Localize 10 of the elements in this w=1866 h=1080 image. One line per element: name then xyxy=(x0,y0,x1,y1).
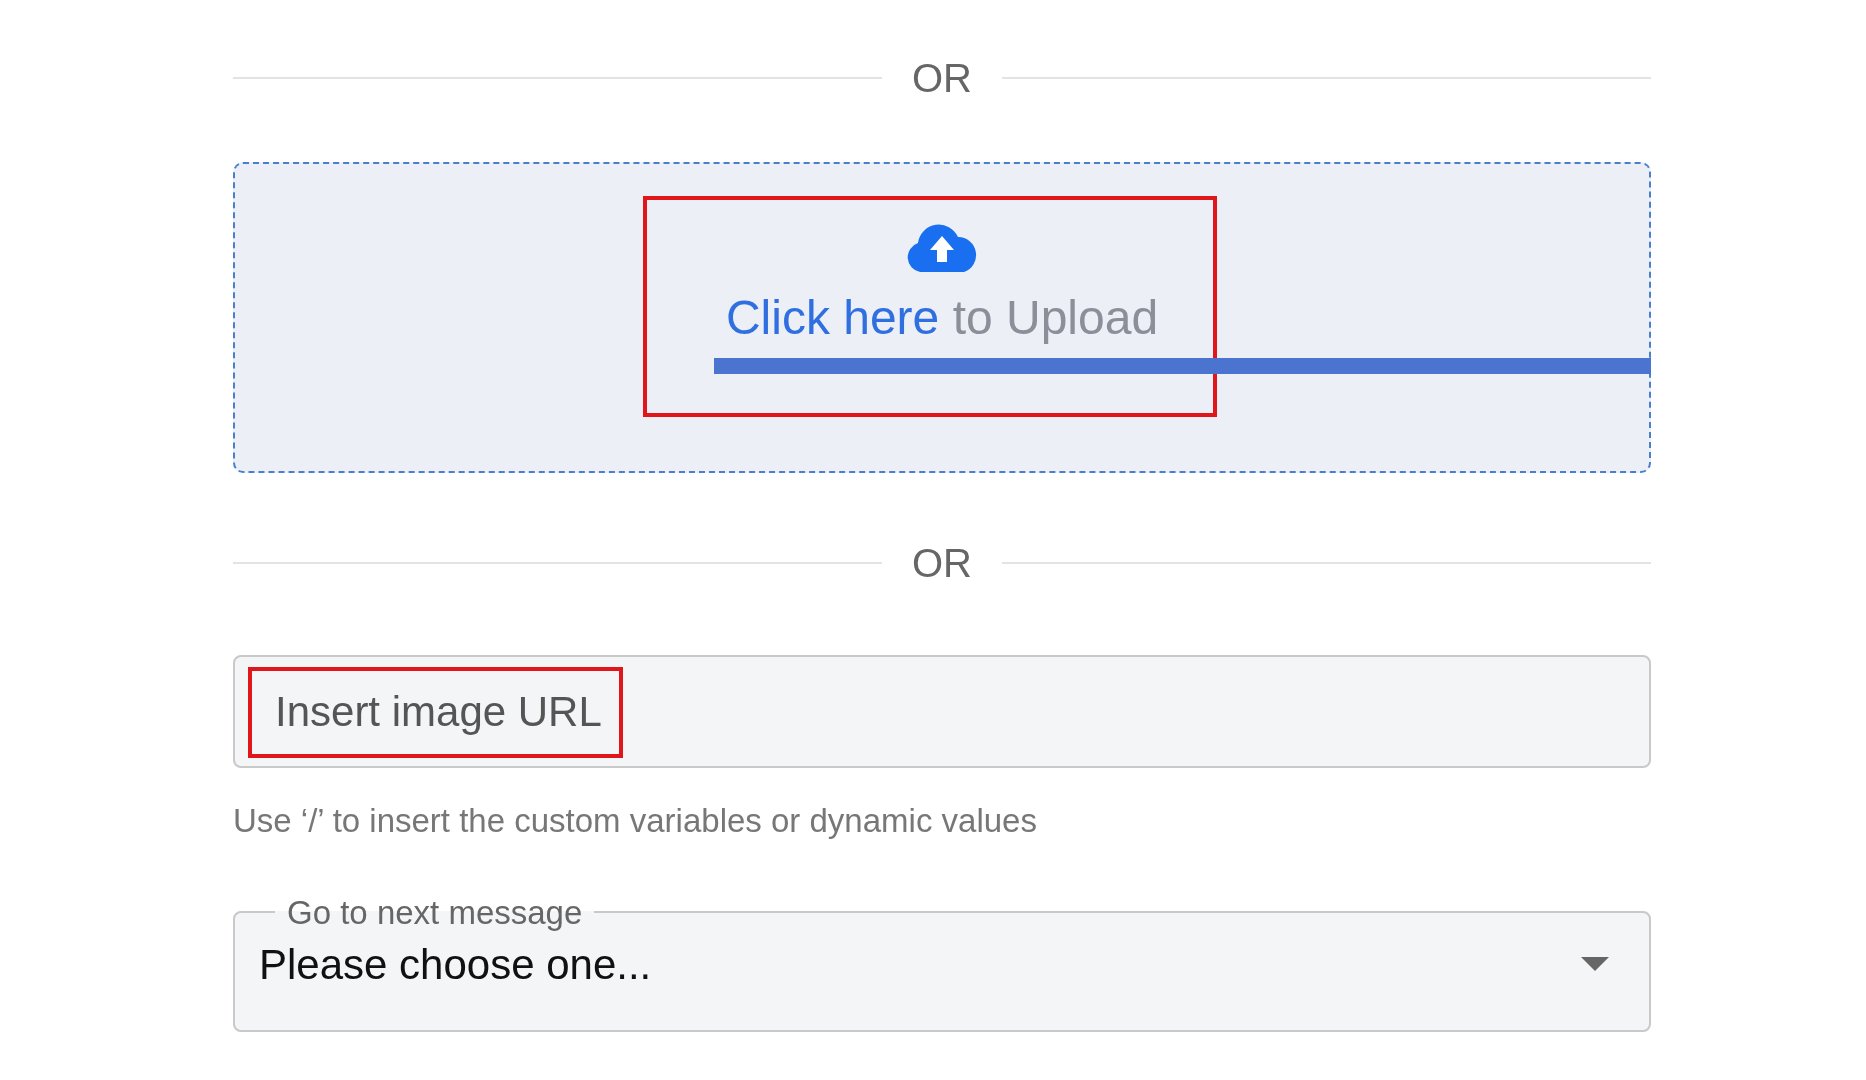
divider-label: OR xyxy=(912,58,972,98)
caret-icon xyxy=(1581,957,1609,971)
upload-text: Click here to Upload xyxy=(725,294,1159,342)
helper-text: Use ‘/’ to insert the custom variables or dynamic values xyxy=(233,801,1038,841)
url-input-field[interactable]: Insert image URL xyxy=(235,657,1649,766)
field-label: Go to next message xyxy=(286,895,584,929)
upload-link[interactable]: Click here xyxy=(725,291,940,344)
divider-label: OR xyxy=(912,543,972,583)
upload-dropzone[interactable]: Click here to Upload xyxy=(233,162,1651,473)
dropdown-value: Please choose one... xyxy=(259,939,652,990)
